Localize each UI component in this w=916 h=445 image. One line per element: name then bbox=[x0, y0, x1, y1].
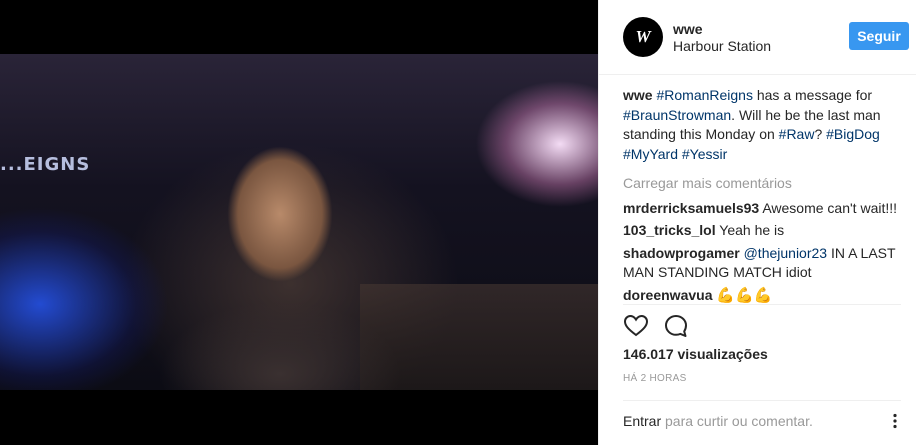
caption-text: ? bbox=[814, 126, 823, 142]
photo-figure bbox=[150, 124, 410, 390]
divider bbox=[623, 304, 901, 305]
avatar-logo: W bbox=[635, 27, 651, 46]
hashtag-link[interactable]: #MyYard bbox=[623, 146, 678, 162]
comment-text: 💪💪💪 bbox=[716, 286, 773, 304]
comment-item: 103_tricks_lol Yeah he is bbox=[623, 221, 903, 241]
hashtag-link[interactable]: #RomanReigns bbox=[656, 87, 753, 103]
post-timestamp[interactable]: HÁ 2 HORAS bbox=[623, 373, 687, 384]
load-more-comments[interactable]: Carregar mais comentários bbox=[623, 174, 903, 194]
post-media: ...EIGNS bbox=[0, 0, 598, 445]
post-caption: wwe #RomanReigns has a message for #Brau… bbox=[623, 87, 881, 162]
comment-username[interactable]: doreenwavua bbox=[623, 287, 712, 303]
hashtag-link[interactable]: #Raw bbox=[779, 126, 815, 142]
comment-username[interactable]: mrderricksamuels93 bbox=[623, 200, 759, 216]
hashtag-link[interactable]: #Yessir bbox=[682, 146, 727, 162]
post-header: W wwe Harbour Station Seguir bbox=[599, 0, 916, 75]
divider bbox=[623, 400, 901, 401]
post-photo[interactable]: ...EIGNS bbox=[0, 54, 598, 390]
comment-text: Awesome can't wait!!! bbox=[762, 199, 898, 216]
photo-stage-text: ...EIGNS bbox=[0, 154, 91, 175]
comment-item: shadowprogamer @thejunior23 IN A LAST MA… bbox=[623, 244, 903, 283]
comment-username[interactable]: shadowprogamer bbox=[623, 245, 740, 261]
caption-username[interactable]: wwe bbox=[623, 87, 653, 103]
heart-icon[interactable] bbox=[623, 313, 649, 339]
comment-icon[interactable] bbox=[663, 313, 689, 339]
login-prompt-text: para curtir ou comentar. bbox=[665, 413, 813, 429]
comment-text: Yeah he is bbox=[719, 222, 785, 238]
post-location[interactable]: Harbour Station bbox=[673, 38, 771, 54]
hashtag-link[interactable]: #BraunStrowman bbox=[623, 107, 731, 123]
comment-item: mrderricksamuels93 Awesome can't wait!!! bbox=[623, 199, 903, 219]
hashtag-link[interactable]: #BigDog bbox=[826, 126, 880, 142]
login-prompt: Entrar para curtir ou comentar. bbox=[623, 413, 813, 429]
follow-button[interactable]: Seguir bbox=[849, 22, 909, 50]
author-username[interactable]: wwe bbox=[673, 21, 703, 37]
view-count[interactable]: 146.017 visualizações bbox=[623, 346, 768, 362]
login-link[interactable]: Entrar bbox=[623, 413, 661, 429]
comment-username[interactable]: 103_tricks_lol bbox=[623, 222, 716, 238]
comment-item: doreenwavua 💪💪💪 bbox=[623, 286, 903, 306]
comments-section: wwe #RomanReigns has a message for #Brau… bbox=[623, 86, 903, 308]
caption-text: has a message for bbox=[756, 87, 873, 103]
more-options-icon[interactable] bbox=[888, 413, 902, 429]
post-sidebar: W wwe Harbour Station Seguir wwe #RomanR… bbox=[598, 0, 916, 445]
comment-mention[interactable]: @thejunior23 bbox=[744, 245, 828, 261]
avatar[interactable]: W bbox=[623, 17, 663, 57]
